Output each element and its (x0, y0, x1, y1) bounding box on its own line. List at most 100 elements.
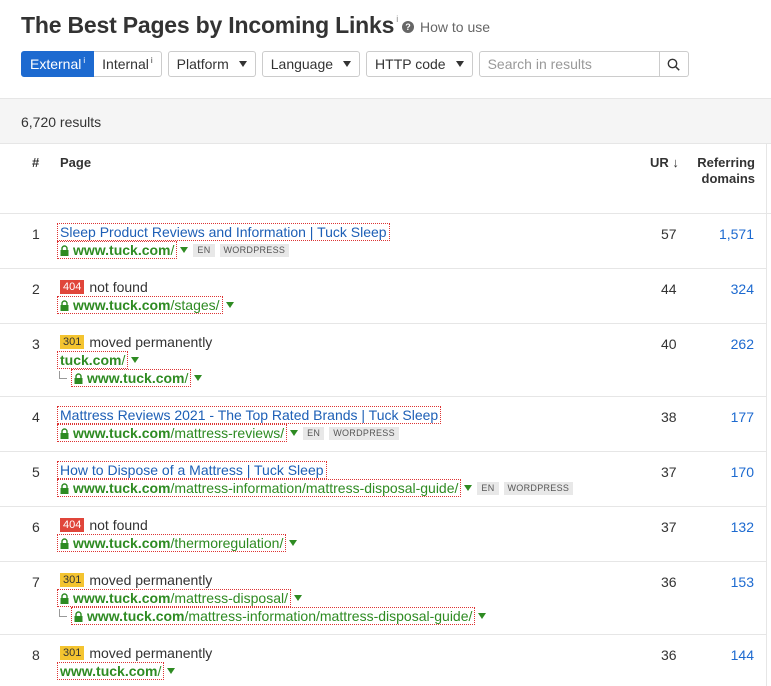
lock-icon (60, 482, 69, 494)
caret-down-icon (238, 61, 247, 67)
referring-domains-link[interactable]: 144 (731, 647, 754, 663)
page-title-link[interactable]: Mattress Reviews 2021 - The Top Rated Br… (57, 406, 442, 424)
referring-domains-link[interactable]: 324 (731, 281, 754, 297)
row-number: 8 (32, 647, 40, 663)
table-row: 1 Sleep Product Reviews and Information … (0, 214, 766, 269)
page-title-link[interactable]: How to Dispose of a Mattress | Tuck Slee… (57, 461, 327, 479)
results-summary: 6,720 results (0, 98, 771, 144)
url-menu-caret-icon[interactable] (131, 357, 140, 363)
question-icon: ? (402, 21, 414, 33)
internal-button[interactable]: Internal i (94, 51, 162, 77)
header-referring-domains[interactable]: Referring domains (697, 155, 755, 187)
url-domain: www.tuck.com (73, 425, 171, 441)
title-info-icon[interactable]: i (396, 14, 398, 24)
header-ur[interactable]: UR ↓ (650, 155, 679, 170)
row-number: 3 (32, 336, 40, 352)
language-tag: EN (193, 243, 215, 257)
page-url[interactable]: www.tuck.com/stages/ (57, 296, 223, 314)
external-label: External (30, 56, 82, 72)
url-domain: www.tuck.com (73, 242, 171, 258)
external-button[interactable]: External i (21, 51, 95, 77)
url-path: /thermoregulation/ (170, 535, 284, 551)
url-domain: tuck.com (60, 352, 122, 368)
how-to-use-link[interactable]: ? How to use (402, 19, 490, 35)
ur-value: 38 (661, 409, 677, 425)
search-button[interactable] (659, 51, 689, 77)
platform-dropdown[interactable]: Platform (167, 51, 256, 77)
url-path: / (121, 352, 126, 368)
url-menu-caret-icon[interactable] (464, 485, 473, 491)
status-badge: 404 (60, 280, 85, 294)
referring-domains-link[interactable]: 132 (731, 519, 754, 535)
redirect-url[interactable]: www.tuck.com/mattress-information/mattre… (71, 607, 476, 625)
search-icon (667, 58, 680, 71)
row-number: 4 (32, 409, 40, 425)
internal-label: Internal (102, 56, 149, 72)
caret-down-icon (343, 61, 352, 67)
row-number: 7 (32, 574, 40, 590)
row-number: 2 (32, 281, 40, 297)
status-text: moved permanently (89, 572, 213, 588)
lock-icon (60, 592, 69, 604)
page-url[interactable]: www.tuck.com/mattress-reviews/ (57, 424, 288, 442)
page-title: The Best Pages by Incoming Links i (21, 12, 398, 39)
lock-icon (60, 427, 69, 439)
lock-icon (74, 372, 83, 384)
url-menu-caret-icon[interactable] (225, 302, 234, 308)
table-row: 8 301 moved permanently www.tuck.com/ 36 … (0, 635, 766, 686)
http-code-label: HTTP code (375, 56, 446, 72)
row-number: 6 (32, 519, 40, 535)
ur-value: 37 (661, 464, 677, 480)
url-menu-caret-icon[interactable] (290, 430, 299, 436)
platform-tag: WORDPRESS (329, 426, 399, 440)
page-url[interactable]: www.tuck.com/thermoregulation/ (57, 534, 287, 552)
search-input[interactable] (478, 51, 660, 77)
referring-domains-link[interactable]: 262 (731, 336, 754, 352)
table-row: 7 301 moved permanently www.tuck.com/matt… (0, 562, 766, 635)
page-url[interactable]: tuck.com / (57, 351, 129, 369)
url-menu-caret-icon[interactable] (478, 613, 487, 619)
status-badge: 404 (60, 518, 85, 532)
referring-domains-link[interactable]: 177 (731, 409, 754, 425)
status-text: moved permanently (89, 645, 213, 661)
page-url[interactable]: www.tuck.com/mattress-information/mattre… (57, 479, 462, 497)
platform-tag: WORDPRESS (503, 481, 574, 495)
url-path: /mattress-disposal/ (170, 590, 288, 606)
page-url[interactable]: www.tuck.com / (57, 662, 165, 680)
row-number: 5 (32, 464, 40, 480)
page-cell: 301 moved permanently www.tuck.com / (57, 644, 212, 680)
lock-icon (74, 610, 83, 622)
url-menu-caret-icon[interactable] (194, 375, 203, 381)
url-path: /mattress-reviews/ (170, 425, 285, 441)
url-menu-caret-icon[interactable] (289, 540, 298, 546)
results-count: 6,720 results (21, 114, 102, 130)
redirect-url[interactable]: www.tuck.com / (71, 369, 192, 387)
referring-domains-link[interactable]: 170 (731, 464, 754, 480)
header-page: Page (60, 155, 92, 170)
status-text: not found (89, 279, 148, 295)
page-cell: 301 moved permanently www.tuck.com/mattre… (57, 571, 487, 625)
url-menu-caret-icon[interactable] (180, 247, 189, 253)
caret-down-icon (455, 61, 464, 67)
header-ref-line2: domains (701, 171, 755, 186)
referring-domains-link[interactable]: 1,571 (719, 226, 754, 242)
url-path: / (184, 370, 189, 386)
referring-domains-link[interactable]: 153 (731, 574, 754, 590)
http-code-dropdown[interactable]: HTTP code (366, 51, 473, 77)
internal-info-icon: i (150, 55, 153, 65)
url-domain: www.tuck.com (73, 590, 171, 606)
url-menu-caret-icon[interactable] (167, 668, 176, 674)
language-dropdown[interactable]: Language (261, 51, 361, 77)
table-row: 4 Mattress Reviews 2021 - The Top Rated … (0, 397, 766, 452)
page-title-link[interactable]: Sleep Product Reviews and Information | … (57, 223, 390, 241)
page-cell: 301 moved permanently tuck.com / www.tuck.… (57, 333, 212, 387)
table-row: 5 How to Dispose of a Mattress | Tuck Sl… (0, 452, 766, 507)
page-url[interactable]: www.tuck.com / (57, 241, 178, 259)
redirect-elbow-icon (59, 609, 67, 617)
url-menu-caret-icon[interactable] (294, 595, 302, 601)
page-url[interactable]: www.tuck.com/mattress-disposal/ (57, 589, 291, 607)
url-domain: www.tuck.com (73, 480, 171, 496)
url-path: /mattress-information/mattress-disposal-… (184, 608, 473, 624)
status-badge: 301 (60, 335, 85, 349)
language-tag: EN (303, 426, 325, 440)
